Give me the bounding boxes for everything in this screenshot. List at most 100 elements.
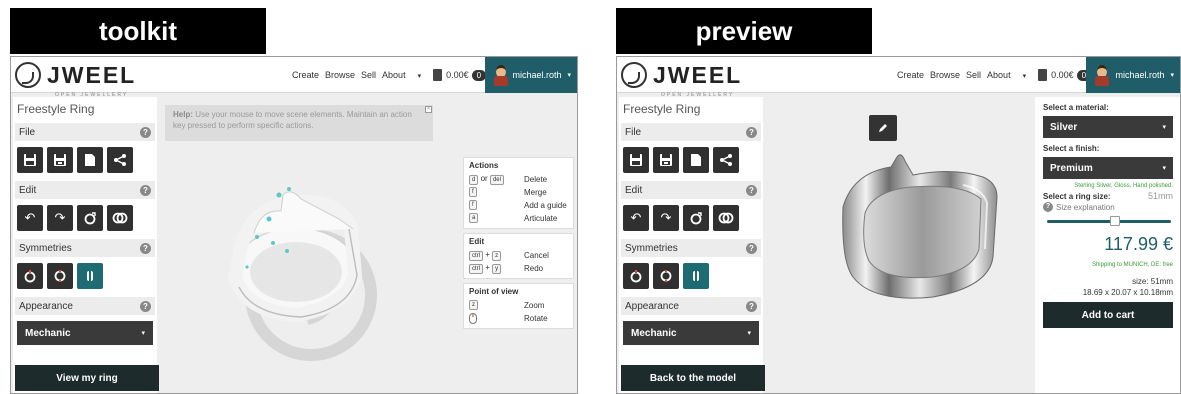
shortcut-redo: ctrl + y Redo [469,262,568,274]
tool-sidebar: Freestyle Ring File ? Edit ? ↶ ↷ Symmetr… [619,97,765,393]
merge-rings-button[interactable] [107,205,133,231]
help-icon[interactable]: ? [140,184,151,196]
help-icon[interactable]: ? [140,242,151,254]
toolkit-panel: toolkit JWEEL OPEN JEWELLERY Create Brow… [10,8,578,394]
redo-icon: ↷ [54,210,66,225]
section-symmetries-header: Symmetries ? [621,239,761,257]
preview-caption: preview [616,8,872,54]
ring-add-icon [690,212,702,225]
save-as-button[interactable] [47,147,73,173]
cancel-keys: ctrl + z [469,250,502,261]
appearance-select[interactable]: Mechanic ▾ [17,321,153,345]
user-menu[interactable]: michael.roth ▾ [485,57,577,93]
help-icon[interactable]: ? [746,126,757,138]
size-line: size: 51mm [1132,277,1173,286]
delete-keys: d or del [469,174,504,185]
nav-sell[interactable]: Sell [361,70,376,80]
symmetry-mirror-button[interactable] [77,263,103,289]
zoom-label: Zoom [524,300,545,310]
save-button[interactable] [17,147,43,173]
redo-button[interactable]: ↷ [653,205,679,231]
nav-about-label: About [987,70,1011,80]
key-guide: f [469,200,477,210]
shopping-bag-icon[interactable] [1038,69,1048,81]
preview-panel: preview JWEEL OPEN JEWELLERY Create Brow… [616,8,1181,394]
save-button[interactable] [623,147,649,173]
ring-size-label: Select a ring size: [1043,191,1111,201]
shortcut-delete: d or del Delete [469,173,568,185]
finish-select[interactable]: Premium ▾ [1043,157,1173,179]
material-label: Select a material: [1043,103,1109,112]
nav-browse[interactable]: Browse [325,70,355,80]
undo-button[interactable]: ↶ [623,205,649,231]
nav-sell[interactable]: Sell [966,70,981,80]
cart-amount[interactable]: 0.00€ [446,70,469,80]
share-button[interactable] [713,147,739,173]
cart-count-badge[interactable]: 0 [471,69,487,81]
shopping-bag-icon[interactable] [433,69,443,81]
nav-about-label: About [382,70,406,80]
ring-3d-preview[interactable] [813,137,1019,317]
shortcut-cancel: ctrl + z Cancel [469,249,568,261]
caret-down-icon: ▾ [1022,73,1027,80]
price-main: 117 [1104,234,1133,254]
share-button[interactable] [107,147,133,173]
undo-button[interactable]: ↶ [17,205,43,231]
merge-rings-button[interactable] [713,205,739,231]
symmetry-radial-button[interactable] [47,263,73,289]
jweel-logo[interactable]: JWEEL OPEN JEWELLERY [15,60,136,98]
nav-about[interactable]: About ▾ [987,70,1032,80]
section-edit-header: Edit ? [621,181,761,199]
pen-icon [879,124,887,132]
save-as-button[interactable] [653,147,679,173]
avatar [1094,64,1110,86]
section-symmetries-label: Symmetries [19,242,72,254]
ring-dimensions: size: 51mm 18.69 x 20.07 x 10.18mm [1043,276,1173,298]
add-ring-button[interactable] [683,205,709,231]
symmetry-radial-button[interactable] [653,263,679,289]
size-explanation-link[interactable]: ? Size explanation [1043,202,1173,212]
rings-merge-icon [112,212,128,224]
add-to-cart-button[interactable]: Add to cart [1043,302,1173,328]
user-menu[interactable]: michael.roth ▾ [1086,57,1180,93]
add-ring-button[interactable] [77,205,103,231]
ring-size-slider[interactable] [1043,216,1173,226]
save-as-icon [660,154,672,166]
view-my-ring-button[interactable]: View my ring [15,365,159,391]
slider-thumb[interactable] [1109,216,1120,226]
nav-create[interactable]: Create [292,70,319,80]
pov-shortcuts-box: Point of view z Zoom Rotate [463,283,574,329]
symmetry-none-button[interactable] [623,263,649,289]
help-icon[interactable]: ? [746,184,757,196]
material-select[interactable]: Silver ▾ [1043,116,1173,138]
top-navbar: JWEEL OPEN JEWELLERY Create Browse Sell … [11,57,577,98]
redo-button[interactable]: ↷ [47,205,73,231]
section-file-header: File ? [621,123,761,141]
help-icon[interactable]: ? [140,300,151,312]
nav-browse[interactable]: Browse [930,70,960,80]
help-icon[interactable]: ? [746,242,757,254]
cart-amount[interactable]: 0.00€ [1051,70,1074,80]
close-icon[interactable]: × [425,106,432,113]
ring-3d-viewport[interactable] [161,147,461,393]
price: 117.99 € [1043,234,1173,255]
nav-create[interactable]: Create [897,70,924,80]
jweel-logo[interactable]: JWEEL OPEN JEWELLERY [621,60,742,98]
symmetry-mirror-button[interactable] [683,263,709,289]
redo-keys: ctrl + y [469,263,502,274]
new-file-button[interactable] [683,147,709,173]
appearance-select[interactable]: Mechanic ▾ [623,321,759,345]
shortcut-zoom: z Zoom [469,299,568,311]
symmetry-none-button[interactable] [17,263,43,289]
new-file-button[interactable] [77,147,103,173]
help-banner: Help: Use your mouse to move scene eleme… [165,105,433,141]
help-icon[interactable]: ? [746,300,757,312]
logo-mark-icon [15,62,41,88]
main-nav: Create Browse Sell About ▾ 0.00€ 0 [292,57,492,93]
shortcut-guide: f Add a guide [469,199,568,211]
symmetry-radial-icon [660,270,672,282]
back-to-model-button[interactable]: Back to the model [621,365,765,391]
shipping-info: Shipping to MUNICH, DE: free [1091,262,1173,268]
help-icon[interactable]: ? [140,126,151,138]
nav-about[interactable]: About ▾ [382,70,427,80]
